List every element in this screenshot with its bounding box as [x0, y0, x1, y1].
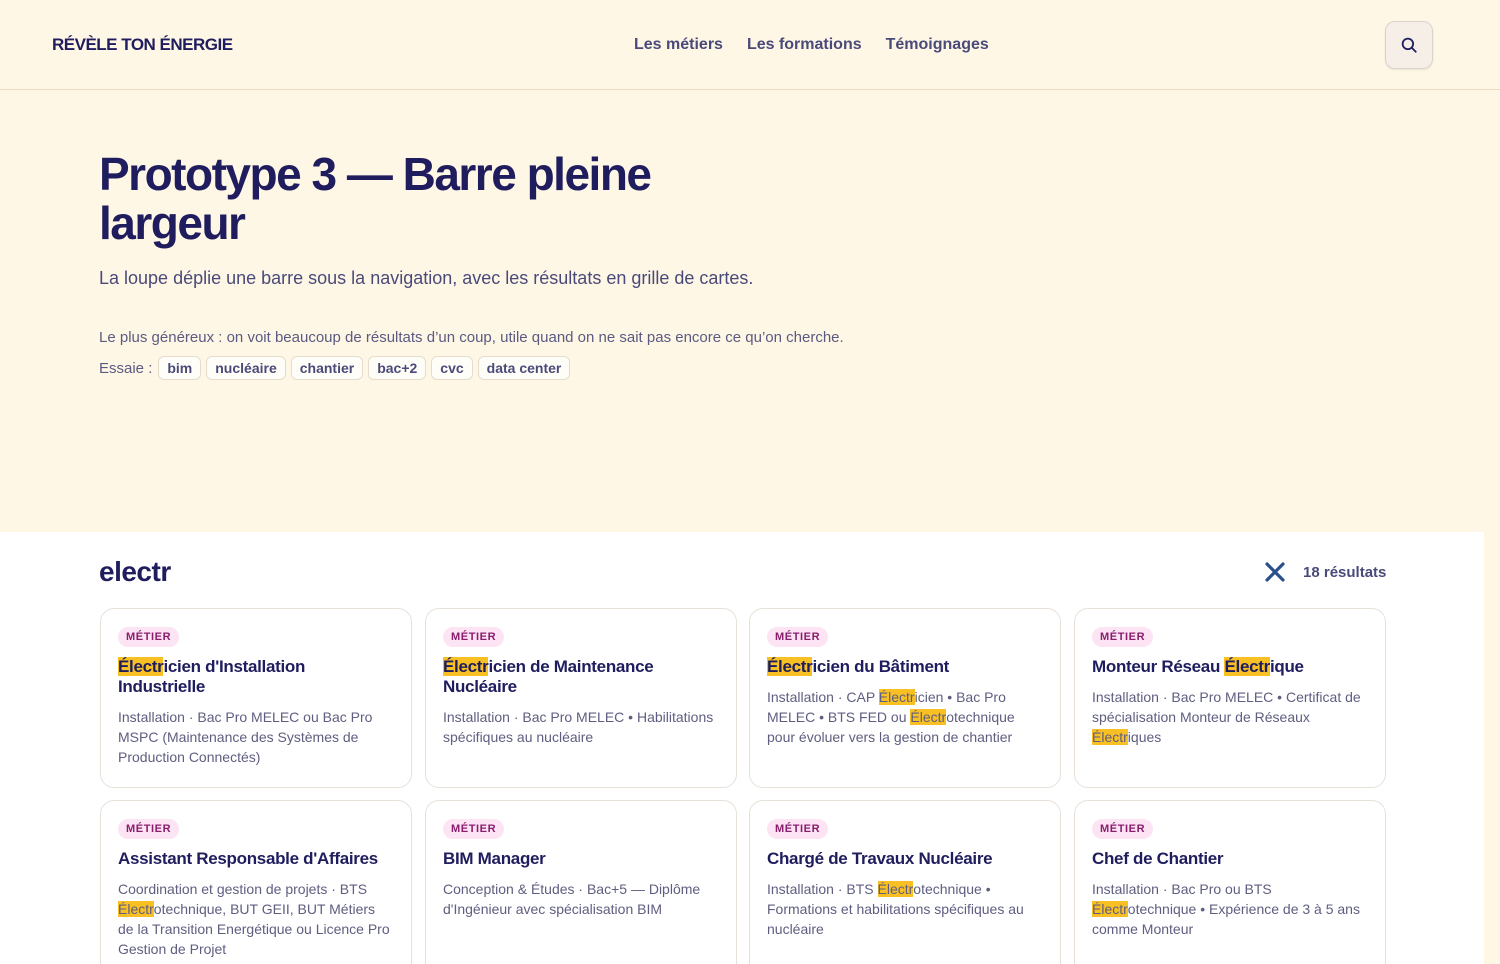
chip-nucleaire[interactable]: nucléaire [206, 356, 286, 380]
nav-link-formations[interactable]: Les formations [747, 36, 862, 54]
match-highlight: Électr [910, 709, 947, 725]
result-card[interactable]: MÉTIER Électricien de Maintenance Nucléa… [425, 608, 737, 788]
page-lead: La loupe déplie une barre sous la naviga… [99, 268, 754, 288]
card-description: Conception & Études · Bac+5 — Diplôme d'… [443, 881, 701, 917]
match-highlight: Électr [118, 901, 154, 917]
card-badge: MÉTIER [767, 819, 829, 839]
card-title: Chef de Chantier [1092, 849, 1224, 868]
match-highlight: Électr [877, 881, 914, 897]
search-icon [1401, 37, 1417, 53]
card-badge: MÉTIER [1092, 819, 1154, 839]
match-highlight: Électr [878, 689, 915, 705]
card-badge: MÉTIER [118, 819, 180, 839]
result-card[interactable]: MÉTIER Électricien du Bâtiment Installat… [749, 608, 1061, 788]
card-badge: MÉTIER [118, 627, 180, 647]
card-title: Chargé de Travaux Nucléaire [767, 849, 993, 868]
search-query[interactable]: electr [99, 556, 171, 588]
brand-logo[interactable]: RÉVÈLE TON ÉNERGIE [52, 35, 233, 55]
card-description: Installation · Bac Pro MELEC • Certifica… [1092, 689, 1361, 745]
card-badge: MÉTIER [443, 819, 505, 839]
result-card[interactable]: MÉTIER Monteur Réseau Électrique Install… [1074, 608, 1386, 788]
match-highlight: Électr [443, 657, 489, 676]
search-toggle-button[interactable] [1385, 21, 1433, 69]
result-card[interactable]: MÉTIER Chef de Chantier Installation · B… [1074, 800, 1386, 964]
match-highlight: Électr [767, 657, 813, 676]
card-description: Installation · CAP Électricien • Bac Pro… [767, 689, 1015, 745]
result-card[interactable]: MÉTIER Assistant Responsable d'Affaires … [100, 800, 412, 964]
card-description: Installation · Bac Pro MELEC ou Bac Pro … [118, 709, 373, 765]
card-description: Installation · Bac Pro ou BTS Électrotec… [1092, 881, 1360, 937]
match-highlight: Électr [1092, 901, 1128, 917]
chip-bac2[interactable]: bac+2 [368, 356, 427, 380]
page-description: Le plus généreux : on voit beaucoup de r… [99, 329, 844, 346]
try-label: Essaie : [99, 359, 153, 377]
card-title: BIM Manager [443, 849, 546, 868]
match-highlight: Électr [1092, 729, 1128, 745]
nav-link-temoignages[interactable]: Témoignages [886, 36, 989, 54]
chip-chantier[interactable]: chantier [290, 356, 364, 380]
close-icon[interactable] [1263, 560, 1287, 584]
suggestion-chips: Essaie : bim nucléaire chantier bac+2 cv… [99, 356, 571, 380]
results-count: 18 résultats [1303, 564, 1387, 581]
page-title: Prototype 3 — Barre pleine largeur [99, 148, 652, 249]
card-badge: MÉTIER [767, 627, 829, 647]
result-card[interactable]: MÉTIER Chargé de Travaux Nucléaire Insta… [749, 800, 1061, 964]
match-highlight: Électr [1224, 657, 1270, 676]
card-title: Électricien de Maintenance Nucléaire [443, 657, 654, 696]
card-description: Installation · BTS Électrotechnique • Fo… [767, 881, 1024, 937]
card-badge: MÉTIER [1092, 627, 1154, 647]
nav-link-metiers[interactable]: Les métiers [634, 36, 723, 54]
main-nav: Les métiers Les formations Témoignages [634, 36, 989, 54]
card-badge: MÉTIER [443, 627, 505, 647]
card-title: Électricien d'Installation Industrielle [118, 657, 306, 696]
card-description: Installation · Bac Pro MELEC • Habilitat… [443, 709, 714, 745]
site-header: RÉVÈLE TON ÉNERGIE Les métiers Les forma… [0, 0, 1500, 90]
match-highlight: Électr [118, 657, 164, 676]
card-description: Coordination et gestion de projets · BTS… [118, 881, 390, 957]
card-title: Monteur Réseau Électrique [1092, 657, 1304, 676]
result-card[interactable]: MÉTIER Électricien d'Installation Indust… [100, 608, 412, 788]
chip-bim[interactable]: bim [158, 356, 202, 380]
hero-section: Prototype 3 — Barre pleine largeur La lo… [99, 148, 844, 380]
card-title: Électricien du Bâtiment [767, 657, 950, 676]
chip-cvc[interactable]: cvc [431, 356, 473, 380]
result-card[interactable]: MÉTIER BIM Manager Conception & Études ·… [425, 800, 737, 964]
search-results-panel: electr 18 résultats MÉTIER Électricien d… [0, 532, 1484, 964]
chip-data-center[interactable]: data center [477, 356, 571, 380]
card-title: Assistant Responsable d'Affaires [118, 849, 378, 868]
